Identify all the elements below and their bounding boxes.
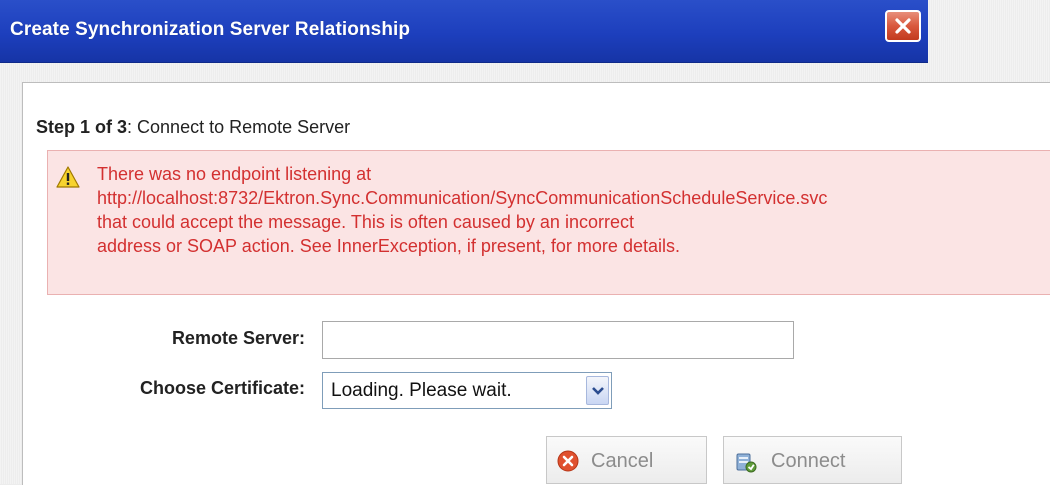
error-line: http://localhost:8732/Ektron.Sync.Commun… <box>97 188 828 208</box>
dialog-title: Create Synchronization Server Relationsh… <box>10 19 411 40</box>
warning-triangle-icon <box>56 166 80 188</box>
error-line: There was no endpoint listening at <box>97 164 372 184</box>
certificate-select[interactable]: Loading. Please wait. <box>322 372 612 409</box>
dialog-body: Step 1 of 3: Connect to Remote Server Th… <box>22 82 1050 485</box>
close-button[interactable] <box>885 10 921 42</box>
cancel-circle-icon <box>557 450 579 472</box>
close-x-icon <box>895 18 911 34</box>
remote-server-input[interactable] <box>322 321 794 359</box>
dialog-titlebar: Create Synchronization Server Relationsh… <box>0 0 928 63</box>
server-connect-icon <box>736 453 757 473</box>
chevron-down-icon <box>592 387 604 395</box>
certificate-select-value: Loading. Please wait. <box>331 380 512 401</box>
dropdown-arrow-button[interactable] <box>586 376 609 405</box>
remote-server-label: Remote Server: <box>171 328 305 348</box>
step-number: Step 1 of 3 <box>36 117 128 137</box>
error-message-text: There was no endpoint listening at http:… <box>97 162 827 258</box>
connect-button[interactable]: Connect <box>723 436 902 484</box>
error-line: that could accept the message. This is o… <box>97 212 634 232</box>
error-line: address or SOAP action. See InnerExcepti… <box>97 236 680 256</box>
error-message-box: There was no endpoint listening at http:… <box>47 150 1050 295</box>
cancel-button-label: Cancel <box>591 450 654 472</box>
step-indicator: Step 1 of 3: Connect to Remote Server <box>36 117 350 138</box>
step-description: : Connect to Remote Server <box>127 117 351 137</box>
choose-certificate-label: Choose Certificate: <box>139 378 305 398</box>
connect-button-label: Connect <box>771 450 846 472</box>
cancel-button[interactable]: Cancel <box>546 436 707 484</box>
